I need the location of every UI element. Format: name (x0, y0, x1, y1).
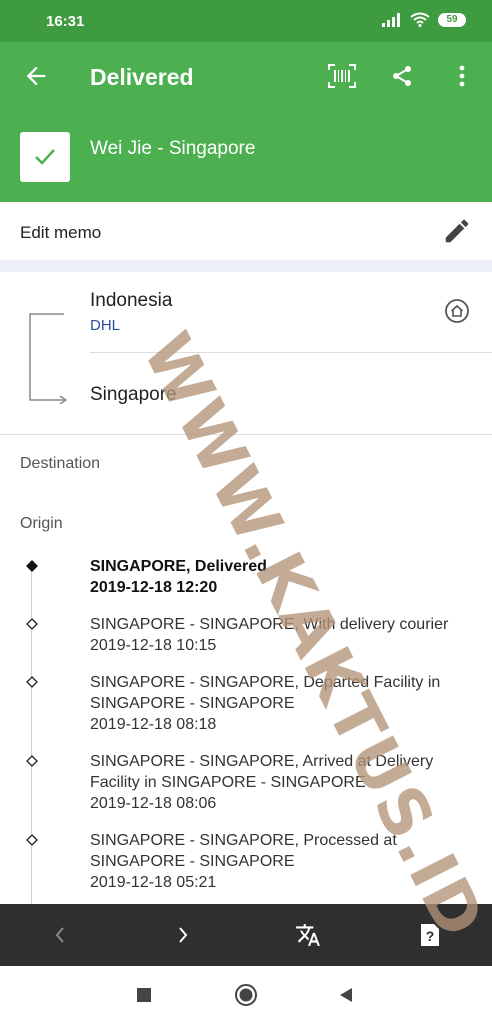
bottom-toolbar: ? (0, 904, 492, 966)
event-description: SINGAPORE - SINGAPORE, Processed at SING… (90, 832, 397, 870)
edit-memo-row[interactable]: Edit memo (0, 202, 492, 260)
help-icon: ? (421, 924, 439, 946)
event-description: SINGAPORE - SINGAPORE, With delivery cou… (90, 616, 449, 633)
system-nav-bar (0, 966, 492, 1024)
barcode-button[interactable] (326, 60, 358, 92)
tracking-timeline: SINGAPORE, Delivered 2019-12-18 12:20 SI… (0, 548, 492, 904)
barcode-scan-icon (328, 64, 356, 88)
home-circle-icon[interactable] (444, 298, 470, 324)
triangle-back-icon (340, 988, 352, 1002)
route-card: Indonesia DHL Singapore (0, 272, 492, 435)
event-date: 2019-12-18 05:21 (90, 874, 217, 891)
help-button[interactable]: ? (414, 919, 446, 951)
event-description: SINGAPORE, Delivered (90, 558, 267, 575)
battery-indicator: 59 (438, 12, 466, 27)
timeline-event: SINGAPORE - SINGAPORE, Processed at SING… (90, 830, 475, 893)
event-date: 2019-12-18 08:06 (90, 795, 217, 812)
page-title: Delivered (90, 64, 194, 90)
timeline-dot (26, 618, 38, 630)
timeline-dot (26, 755, 38, 767)
event-date: 2019-12-18 12:20 (90, 579, 218, 596)
share-button[interactable] (386, 60, 418, 92)
chevron-right-icon (179, 927, 188, 943)
more-vert-icon (459, 65, 465, 87)
translate-button[interactable] (292, 919, 324, 951)
share-icon (393, 66, 411, 86)
previous-button[interactable] (44, 919, 76, 951)
status-time: 16:31 (46, 13, 85, 30)
square-icon (137, 988, 151, 1002)
signal-icon (382, 12, 400, 27)
section-divider (0, 260, 492, 272)
next-button[interactable] (167, 919, 199, 951)
timeline-dot (26, 834, 38, 846)
pencil-icon[interactable] (442, 216, 472, 246)
home-system-button[interactable] (234, 983, 258, 1007)
origin-label: Origin (20, 515, 63, 532)
event-date: 2019-12-18 08:18 (90, 716, 217, 733)
check-icon (35, 149, 55, 165)
app-header: Delivered Wei Jie - Singapore (0, 42, 492, 202)
destination-country: Singapore (90, 384, 177, 405)
timeline-event: SINGAPORE - SINGAPORE, With delivery cou… (90, 614, 475, 656)
timeline-dot-current (26, 560, 38, 572)
recents-button[interactable] (132, 983, 156, 1007)
timeline-event: SINGAPORE - SINGAPORE, Arrived at Delive… (90, 751, 475, 814)
event-date: 2019-12-18 10:15 (90, 637, 217, 654)
status-bar: 16:31 59 (0, 0, 492, 42)
route-bracket-icon (29, 313, 68, 404)
timeline-event: SINGAPORE, Delivered 2019-12-18 12:20 (90, 556, 475, 598)
translate-icon (296, 924, 320, 946)
shipment-name: Wei Jie - Singapore (90, 138, 256, 159)
arrow-back-icon[interactable] (22, 62, 50, 90)
origin-country: Indonesia (90, 290, 173, 311)
status-icons: 59 (382, 12, 466, 27)
back-system-button[interactable] (334, 983, 358, 1007)
chevron-left-icon (55, 927, 64, 943)
event-description: SINGAPORE - SINGAPORE, Departed Facility… (90, 674, 441, 712)
timeline-dot (26, 676, 38, 688)
timeline-event: SINGAPORE - SINGAPORE, Departed Facility… (90, 672, 475, 735)
more-options-button[interactable] (446, 60, 478, 92)
route-separator (90, 352, 492, 353)
event-description: SINGAPORE - SINGAPORE, Arrived at Delive… (90, 753, 434, 791)
edit-memo-label: Edit memo (20, 223, 102, 242)
destination-label: Destination (20, 455, 101, 472)
delivered-checkbox[interactable] (20, 132, 70, 182)
circle-icon (235, 984, 257, 1006)
svg-text:?: ? (426, 928, 435, 944)
wifi-icon (410, 12, 430, 27)
carrier-name: DHL (90, 317, 121, 334)
